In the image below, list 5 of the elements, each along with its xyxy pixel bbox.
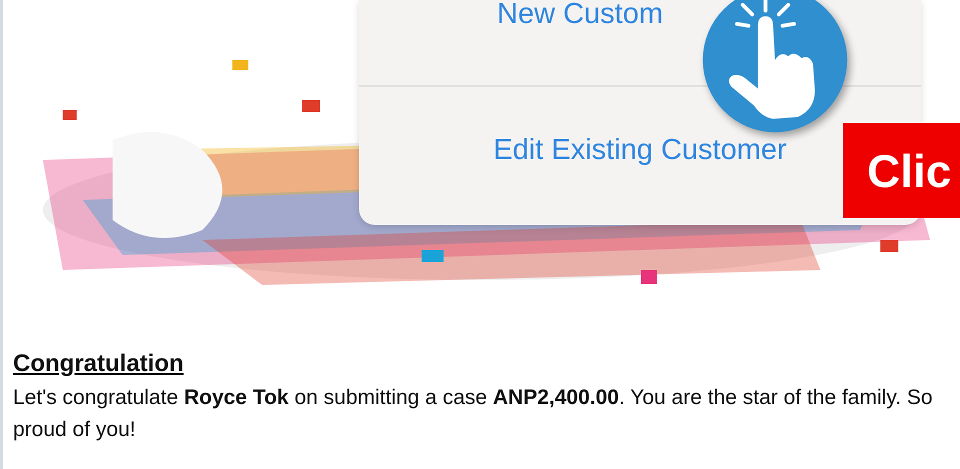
menu-item[interactable]: Edit Existing Customer: [493, 134, 787, 166]
click-label: Clic: [843, 123, 960, 218]
message-text: Let's congratulate Royce Tok on submitting a case ANP2,400.00. You are the star of the family. So proud of you!: [13, 385, 933, 443]
menu-item[interactable]: New Custom: [497, 0, 663, 31]
message-title: Congratulation: [13, 350, 184, 378]
